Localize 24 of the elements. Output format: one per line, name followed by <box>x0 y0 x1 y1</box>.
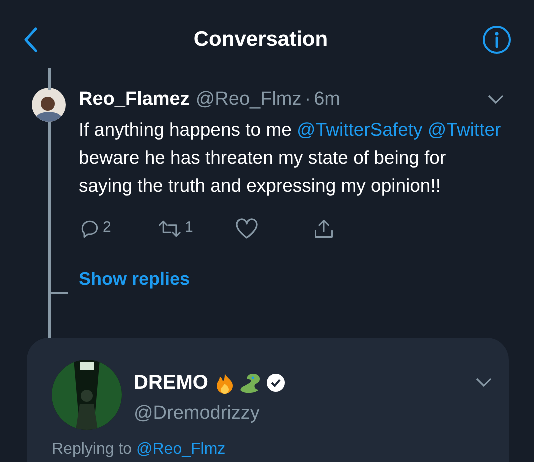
chevron-down-icon[interactable] <box>476 378 492 388</box>
mention-link[interactable]: @TwitterSafety <box>297 118 423 140</box>
user-handle: @Reo_Flmz <box>196 88 302 112</box>
mention-link[interactable]: @Twitter <box>422 118 502 140</box>
tweet-time: 6m <box>314 88 340 112</box>
share-icon[interactable] <box>313 218 335 240</box>
chevron-down-icon[interactable] <box>488 95 504 106</box>
user-name[interactable]: DREMO <box>134 368 208 398</box>
tweet-text: If anything happens to me @TwitterSafety @Twitter beware he has threaten my state of being for saying the truth and expressing my opinion!! <box>79 118 502 198</box>
mention-link[interactable]: @Reo_Flmz <box>136 441 226 458</box>
user-name[interactable]: Reo_Flamez <box>79 86 190 114</box>
separator: · <box>304 88 312 112</box>
action-count: 1 <box>185 218 194 238</box>
heart-icon[interactable] <box>235 218 259 240</box>
action-count: 2 <box>103 218 112 238</box>
page-title: Conversation <box>194 27 328 54</box>
replying-to-text: Replying to @Reo_Flmz <box>52 440 226 460</box>
user-handle: @Dremodrizzy <box>134 402 261 426</box>
fire-icon <box>216 372 234 394</box>
avatar[interactable] <box>32 88 66 122</box>
back-icon[interactable] <box>22 27 40 53</box>
info-icon[interactable] <box>482 25 512 55</box>
dragon-icon <box>238 372 262 394</box>
show-replies-link[interactable]: Show replies <box>79 266 190 292</box>
